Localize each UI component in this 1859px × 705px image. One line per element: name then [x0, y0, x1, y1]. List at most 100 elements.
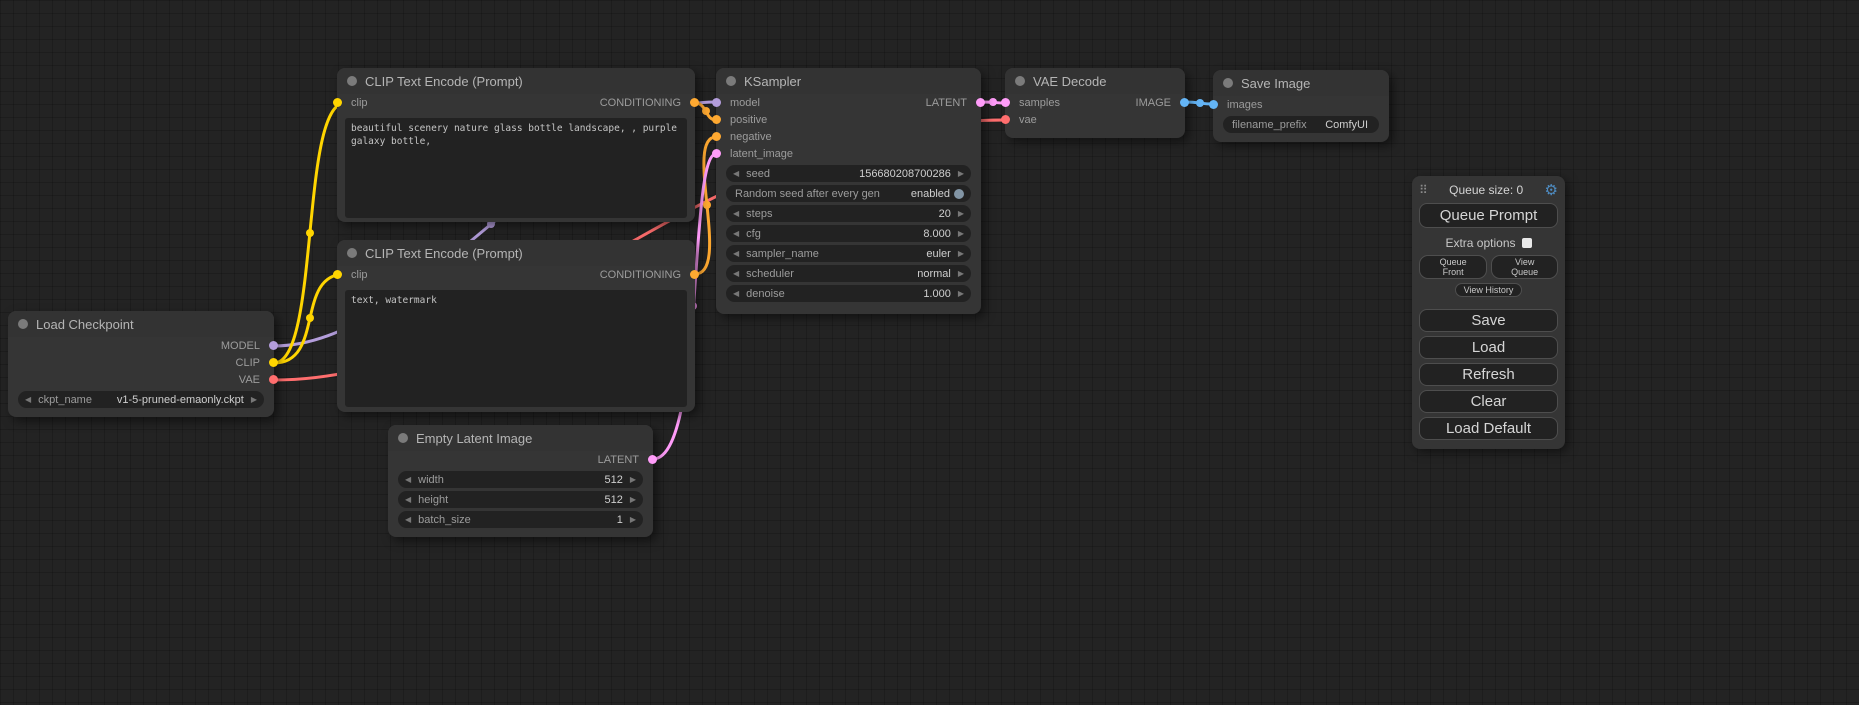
queue-prompt-button[interactable]: Queue Prompt: [1419, 203, 1558, 228]
widget-ckpt-name[interactable]: ◀ ckpt_name v1-5-pruned-emaonly.ckpt ▶: [18, 391, 264, 408]
widget-scheduler[interactable]: ◀ scheduler normal ▶: [726, 265, 971, 282]
widget-steps[interactable]: ◀ steps 20 ▶: [726, 205, 971, 222]
increment-arrow-icon[interactable]: ▶: [958, 230, 964, 238]
node-load-checkpoint[interactable]: Load Checkpoint MODEL CLIP VAE ◀ ckpt_na…: [8, 311, 274, 417]
input-slot-vae[interactable]: vae: [1005, 111, 1037, 128]
node-header[interactable]: Empty Latent Image: [388, 425, 653, 451]
load-default-button[interactable]: Load Default: [1419, 417, 1558, 440]
clip-slot-dot[interactable]: [269, 358, 278, 367]
decrement-arrow-icon[interactable]: ◀: [733, 270, 739, 278]
decrement-arrow-icon[interactable]: ◀: [733, 250, 739, 258]
extra-options-checkbox[interactable]: [1522, 238, 1532, 248]
increment-arrow-icon[interactable]: ▶: [251, 396, 257, 404]
output-slot-image[interactable]: IMAGE: [1136, 94, 1185, 111]
node-header[interactable]: Load Checkpoint: [8, 311, 274, 337]
widget-filename-prefix[interactable]: filename_prefix ComfyUI: [1223, 116, 1379, 133]
node-clip-text-encode-negative[interactable]: CLIP Text Encode (Prompt) clip CONDITION…: [337, 240, 695, 412]
node-header[interactable]: CLIP Text Encode (Prompt): [337, 240, 695, 266]
increment-arrow-icon[interactable]: ▶: [958, 170, 964, 178]
node-status-dot[interactable]: [726, 76, 736, 86]
node-status-dot[interactable]: [18, 319, 28, 329]
settings-gear-icon[interactable]: ⚙: [1545, 183, 1558, 198]
input-slot-clip[interactable]: clip: [337, 266, 368, 283]
widget-sampler-name[interactable]: ◀ sampler_name euler ▶: [726, 245, 971, 262]
clip-slot-dot[interactable]: [333, 270, 342, 279]
input-slot-samples[interactable]: samples: [1005, 94, 1060, 111]
decrement-arrow-icon[interactable]: ◀: [733, 210, 739, 218]
load-button[interactable]: Load: [1419, 336, 1558, 359]
latent-slot-dot[interactable]: [976, 98, 985, 107]
decrement-arrow-icon[interactable]: ◀: [25, 396, 31, 404]
drag-handle-icon[interactable]: ⠿: [1419, 183, 1428, 197]
output-slot-latent[interactable]: LATENT: [598, 451, 653, 468]
output-slot-latent[interactable]: LATENT: [926, 94, 981, 111]
latent-slot-dot[interactable]: [648, 455, 657, 464]
model-slot-dot[interactable]: [269, 341, 278, 350]
widget-batch-size[interactable]: ◀ batch_size 1 ▶: [398, 511, 643, 528]
conditioning-slot-dot[interactable]: [690, 270, 699, 279]
conditioning-slot-dot[interactable]: [712, 115, 721, 124]
input-slot-negative[interactable]: negative: [716, 128, 772, 145]
node-header[interactable]: Save Image: [1213, 70, 1389, 96]
widget-seed[interactable]: ◀ seed 156680208700286 ▶: [726, 165, 971, 182]
node-graph-canvas[interactable]: Load Checkpoint MODEL CLIP VAE ◀ ckpt_na…: [0, 0, 1859, 705]
vae-slot-dot[interactable]: [1001, 115, 1010, 124]
conditioning-slot-dot[interactable]: [712, 132, 721, 141]
node-status-dot[interactable]: [347, 76, 357, 86]
node-status-dot[interactable]: [347, 248, 357, 258]
node-status-dot[interactable]: [398, 433, 408, 443]
decrement-arrow-icon[interactable]: ◀: [733, 170, 739, 178]
widget-height[interactable]: ◀ height 512 ▶: [398, 491, 643, 508]
node-empty-latent-image[interactable]: Empty Latent Image LATENT ◀ width 512 ▶ …: [388, 425, 653, 537]
decrement-arrow-icon[interactable]: ◀: [733, 290, 739, 298]
widget-denoise[interactable]: ◀ denoise 1.000 ▶: [726, 285, 971, 302]
node-clip-text-encode-positive[interactable]: CLIP Text Encode (Prompt) clip CONDITION…: [337, 68, 695, 222]
node-ksampler[interactable]: KSampler model LATENT positive negative: [716, 68, 981, 314]
prompt-text-area[interactable]: text, watermark: [345, 290, 687, 407]
widget-cfg[interactable]: ◀ cfg 8.000 ▶: [726, 225, 971, 242]
clear-button[interactable]: Clear: [1419, 390, 1558, 413]
refresh-button[interactable]: Refresh: [1419, 363, 1558, 386]
input-slot-clip[interactable]: clip: [337, 94, 368, 111]
clip-slot-dot[interactable]: [333, 98, 342, 107]
node-vae-decode[interactable]: VAE Decode samples IMAGE vae: [1005, 68, 1185, 138]
save-button[interactable]: Save: [1419, 309, 1558, 332]
output-slot-clip[interactable]: CLIP: [236, 354, 274, 371]
image-slot-dot[interactable]: [1209, 100, 1218, 109]
input-slot-model[interactable]: model: [716, 94, 760, 111]
node-save-image[interactable]: Save Image images filename_prefix ComfyU…: [1213, 70, 1389, 142]
prompt-text-area[interactable]: beautiful scenery nature glass bottle la…: [345, 118, 687, 218]
increment-arrow-icon[interactable]: ▶: [958, 290, 964, 298]
vae-slot-dot[interactable]: [269, 375, 278, 384]
queue-front-button[interactable]: Queue Front: [1419, 255, 1487, 279]
decrement-arrow-icon[interactable]: ◀: [405, 476, 411, 484]
output-slot-conditioning[interactable]: CONDITIONING: [600, 266, 695, 283]
widget-random-seed-toggle[interactable]: Random seed after every gen enabled: [726, 185, 971, 202]
queue-menu-panel[interactable]: ⠿ Queue size: 0 ⚙ Queue Prompt Extra opt…: [1412, 176, 1565, 449]
node-header[interactable]: KSampler: [716, 68, 981, 94]
model-slot-dot[interactable]: [712, 98, 721, 107]
output-slot-conditioning[interactable]: CONDITIONING: [600, 94, 695, 111]
node-status-dot[interactable]: [1223, 78, 1233, 88]
input-slot-positive[interactable]: positive: [716, 111, 767, 128]
node-status-dot[interactable]: [1015, 76, 1025, 86]
increment-arrow-icon[interactable]: ▶: [630, 476, 636, 484]
decrement-arrow-icon[interactable]: ◀: [733, 230, 739, 238]
output-slot-vae[interactable]: VAE: [239, 371, 274, 388]
output-slot-model[interactable]: MODEL: [221, 337, 274, 354]
node-header[interactable]: VAE Decode: [1005, 68, 1185, 94]
increment-arrow-icon[interactable]: ▶: [958, 250, 964, 258]
image-slot-dot[interactable]: [1180, 98, 1189, 107]
increment-arrow-icon[interactable]: ▶: [630, 516, 636, 524]
conditioning-slot-dot[interactable]: [690, 98, 699, 107]
input-slot-images[interactable]: images: [1213, 96, 1262, 113]
increment-arrow-icon[interactable]: ▶: [958, 270, 964, 278]
node-header[interactable]: CLIP Text Encode (Prompt): [337, 68, 695, 94]
view-history-button[interactable]: View History: [1455, 283, 1523, 297]
increment-arrow-icon[interactable]: ▶: [958, 210, 964, 218]
increment-arrow-icon[interactable]: ▶: [630, 496, 636, 504]
toggle-knob-icon[interactable]: [954, 189, 964, 199]
decrement-arrow-icon[interactable]: ◀: [405, 516, 411, 524]
latent-slot-dot[interactable]: [1001, 98, 1010, 107]
widget-width[interactable]: ◀ width 512 ▶: [398, 471, 643, 488]
